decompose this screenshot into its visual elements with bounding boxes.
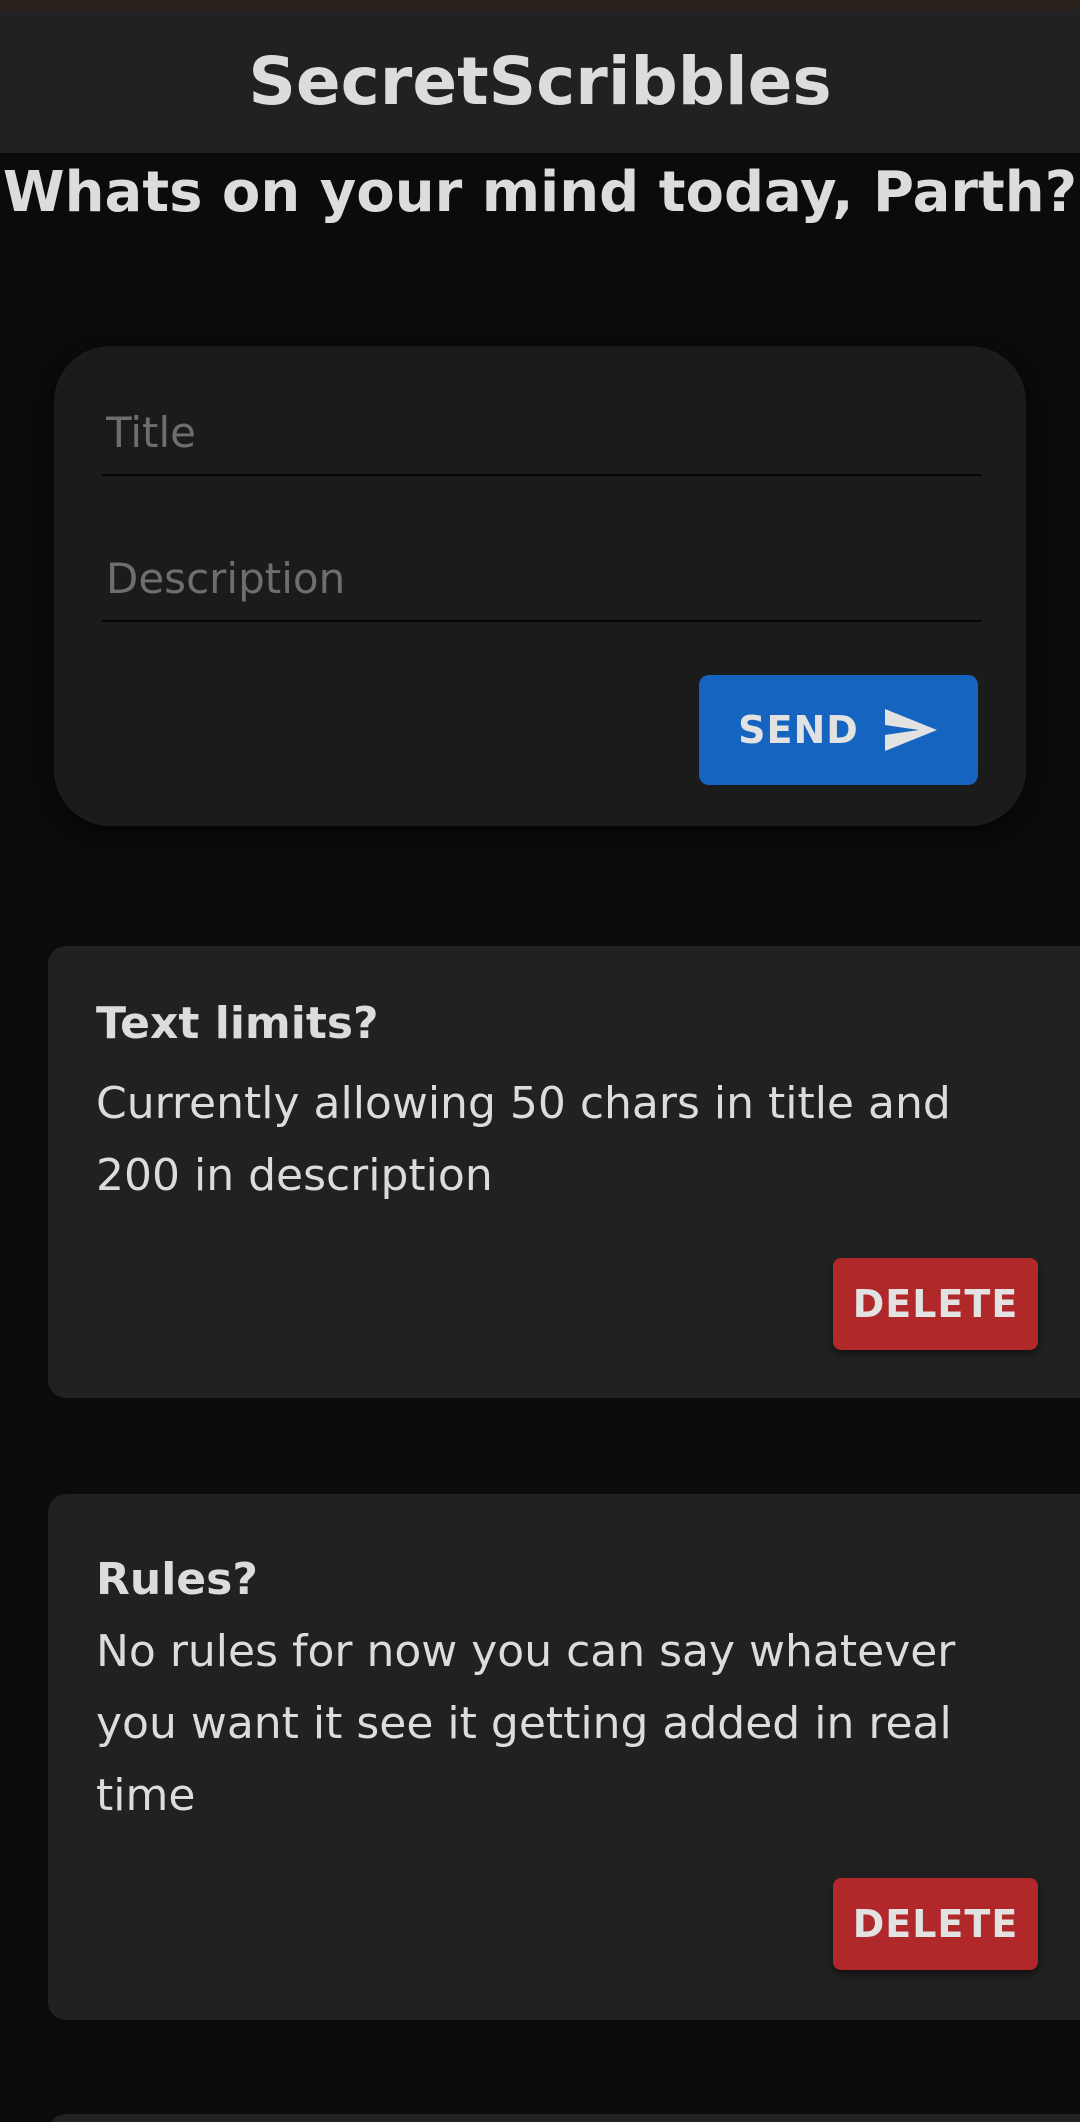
delete-button[interactable]: DELETE	[833, 1878, 1038, 1970]
app-screen: SecretScribbles Whats on your mind today…	[0, 0, 1080, 2122]
post-title: Text limits?	[96, 998, 379, 1049]
app-title: SecretScribbles	[248, 43, 832, 120]
post-title: Rules?	[96, 1554, 258, 1605]
send-button-label: SEND	[738, 708, 859, 752]
post-description: Currently allowing 50 chars in title and…	[96, 1078, 951, 1201]
send-button[interactable]: SEND	[699, 675, 978, 785]
description-field[interactable]	[102, 536, 982, 622]
post-description: No rules for now you can say whatever yo…	[96, 1626, 956, 1821]
greeting-heading: Whats on your mind today, Parth?	[2, 160, 1078, 225]
title-field[interactable]	[102, 390, 982, 476]
post-card-partial	[48, 2114, 1080, 2122]
post-card: Rules? No rules for now you can say what…	[48, 1494, 1080, 2020]
status-strip	[0, 0, 1080, 10]
delete-button[interactable]: DELETE	[833, 1258, 1038, 1350]
post-card: Text limits? Currently allowing 50 chars…	[48, 946, 1080, 1398]
title-input[interactable]	[102, 407, 982, 457]
app-bar: SecretScribbles	[0, 10, 1080, 153]
send-icon	[883, 707, 939, 753]
description-input[interactable]	[102, 553, 982, 603]
